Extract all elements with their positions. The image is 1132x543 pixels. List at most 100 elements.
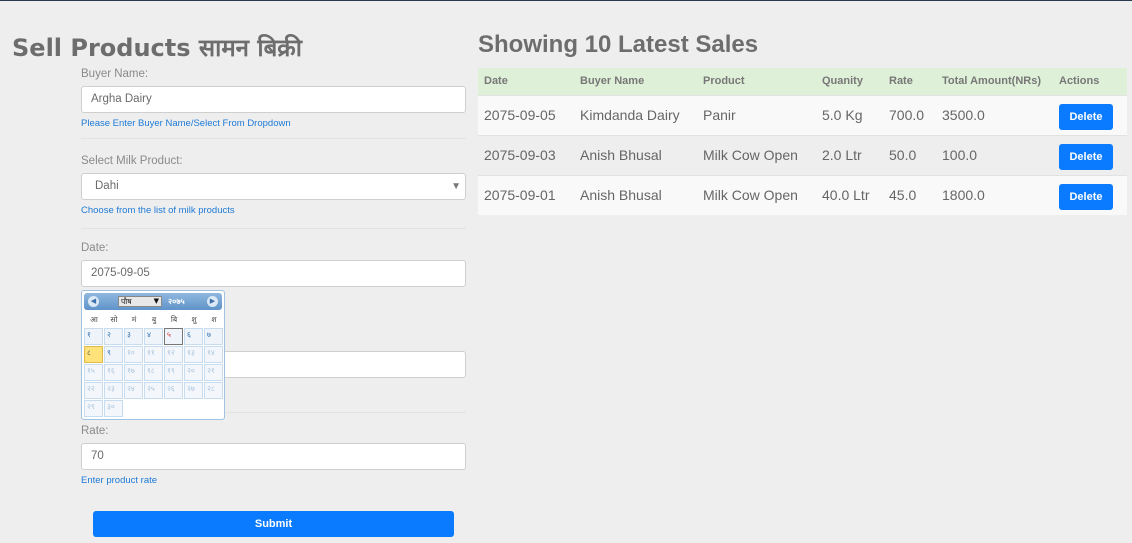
chevron-down-icon: ▼ xyxy=(451,181,461,192)
weekday: श xyxy=(211,315,217,324)
calendar-day: २८ xyxy=(204,382,223,399)
cell-quantity: 40.0 Ltr xyxy=(816,174,883,215)
page-title: Sell Products सामन बिक्री xyxy=(12,34,302,62)
buyer-help: Please Enter Buyer Name/Select From Drop… xyxy=(81,118,291,129)
sales-title: Showing 10 Latest Sales xyxy=(478,31,759,58)
calendar-day: २७ xyxy=(184,382,203,399)
calendar-day: ११ xyxy=(144,346,163,363)
delete-button[interactable]: Delete xyxy=(1059,184,1113,211)
weekday: आ xyxy=(90,315,98,324)
calendar-header: ◀ पौष ▼ २०७५ ▶ xyxy=(84,293,222,310)
cell-buyer: Anish Bhusal xyxy=(574,174,697,215)
cell-quantity: 5.0 Kg xyxy=(816,94,883,135)
cell-date: 2075-09-05 xyxy=(478,94,574,135)
weekday: बि xyxy=(170,315,178,324)
table-row: 2075-09-03 Anish Bhusal Milk Cow Open 2.… xyxy=(478,134,1127,175)
column-header-total: Total Amount(NRs) xyxy=(936,68,1053,95)
weekday: मं xyxy=(131,315,137,324)
buyer-name-input[interactable]: Argha Dairy xyxy=(81,86,466,113)
rate-input[interactable]: 70 xyxy=(81,443,466,470)
calendar-day: १५ xyxy=(84,364,103,381)
delete-button[interactable]: Delete xyxy=(1059,144,1113,170)
calendar-day-selected[interactable]: ५ xyxy=(164,328,183,345)
rate-label: Rate: xyxy=(81,425,109,437)
column-header-rate: Rate xyxy=(883,68,936,95)
table-row: 2075-09-01 Anish Bhusal Milk Cow Open 40… xyxy=(478,174,1127,215)
cell-actions: Delete xyxy=(1053,174,1127,215)
product-field: Select Milk Product: Dahi ▼ Choose from … xyxy=(81,155,466,216)
calendar-day: २३ xyxy=(104,382,123,399)
cell-product: Milk Cow Open xyxy=(697,174,816,215)
calendar-day[interactable]: ७ xyxy=(204,328,223,345)
month-value: पौष xyxy=(121,297,132,306)
cell-date: 2075-09-01 xyxy=(478,174,574,215)
cell-total: 3500.0 xyxy=(936,94,1053,135)
calendar-day[interactable]: २ xyxy=(104,328,123,345)
date-field: Date: 2075-09-05 xyxy=(81,242,466,287)
calendar-day: ३० xyxy=(104,400,123,417)
calendar-day: १८ xyxy=(144,364,163,381)
weekday: शु xyxy=(191,315,197,324)
calendar-day: २० xyxy=(184,364,203,381)
date-label: Date: xyxy=(81,242,109,254)
weekday: सो xyxy=(110,315,118,324)
calendar-day: १६ xyxy=(104,364,123,381)
cell-total: 100.0 xyxy=(936,134,1053,175)
product-label: Select Milk Product: xyxy=(81,155,183,167)
cell-date: 2075-09-03 xyxy=(478,134,574,175)
submit-button[interactable]: Submit xyxy=(93,511,454,537)
calendar-day: १० xyxy=(124,346,143,363)
column-header-date: Date xyxy=(478,68,574,95)
column-header-actions: Actions xyxy=(1053,68,1127,95)
nepali-date-picker: ◀ पौष ▼ २०७५ ▶ आ सो मं बु बि शु श १ २ ३ … xyxy=(81,290,225,420)
calendar-day: २५ xyxy=(144,382,163,399)
product-help: Choose from the list of milk products xyxy=(81,205,235,216)
milk-product-select[interactable]: Dahi ▼ xyxy=(81,173,466,200)
column-header-buyer: Buyer Name xyxy=(574,68,697,95)
rate-help: Enter product rate xyxy=(81,475,158,486)
column-header-quantity: Quanity xyxy=(816,68,883,95)
cell-actions: Delete xyxy=(1053,94,1127,135)
calendar-day: २१ xyxy=(204,364,223,381)
calendar-day[interactable]: ३ xyxy=(124,328,143,345)
rate-field: Rate: 70 Enter product rate xyxy=(81,425,466,486)
delete-button[interactable]: Delete xyxy=(1059,104,1113,130)
calendar-grid: १ २ ३ ४ ५ ६ ७ ८ ९ १० ११ १२ १३ १४ १५ १६ १… xyxy=(84,328,224,418)
calendar-day[interactable]: ९ xyxy=(104,346,123,363)
table-header-row: Date Buyer Name Product Quanity Rate Tot… xyxy=(478,68,1127,95)
buyer-field: Buyer Name: Argha Dairy Please Enter Buy… xyxy=(81,68,466,129)
cell-buyer: Anish Bhusal xyxy=(574,134,697,175)
milk-product-value: Dahi xyxy=(95,180,119,192)
next-month-icon[interactable]: ▶ xyxy=(207,296,218,307)
calendar-day: २२ xyxy=(84,382,103,399)
calendar-day: २९ xyxy=(84,400,103,417)
calendar-day[interactable]: ४ xyxy=(144,328,163,345)
cell-rate: 700.0 xyxy=(883,94,936,135)
cell-rate: 45.0 xyxy=(883,174,936,215)
calendar-day[interactable]: ६ xyxy=(184,328,203,345)
chevron-down-icon: ▼ xyxy=(153,297,159,305)
calendar-day: १४ xyxy=(204,346,223,363)
year-label[interactable]: २०७५ xyxy=(168,296,185,307)
cell-quantity: 2.0 Ltr xyxy=(816,134,883,175)
cell-buyer: Kimdanda Dairy xyxy=(574,94,697,135)
date-input[interactable]: 2075-09-05 xyxy=(81,260,466,287)
cell-actions: Delete xyxy=(1053,134,1127,175)
cell-total: 1800.0 xyxy=(936,174,1053,215)
calendar-day[interactable]: १ xyxy=(84,328,103,345)
weekday: बु xyxy=(151,315,157,324)
sales-table: Date Buyer Name Product Quanity Rate Tot… xyxy=(478,68,1127,215)
calendar-day: १९ xyxy=(164,364,183,381)
cell-rate: 50.0 xyxy=(883,134,936,175)
column-header-product: Product xyxy=(697,68,816,95)
table-row: 2075-09-05 Kimdanda Dairy Panir 5.0 Kg 7… xyxy=(478,94,1127,135)
prev-month-icon[interactable]: ◀ xyxy=(88,296,99,307)
cell-product: Panir xyxy=(697,94,816,135)
calendar-day: १७ xyxy=(124,364,143,381)
calendar-day: २४ xyxy=(124,382,143,399)
calendar-day-today[interactable]: ८ xyxy=(84,346,103,363)
calendar-day: १३ xyxy=(184,346,203,363)
buyer-label: Buyer Name: xyxy=(81,68,149,80)
month-select[interactable]: पौष ▼ xyxy=(118,296,162,307)
calendar-day: १२ xyxy=(164,346,183,363)
